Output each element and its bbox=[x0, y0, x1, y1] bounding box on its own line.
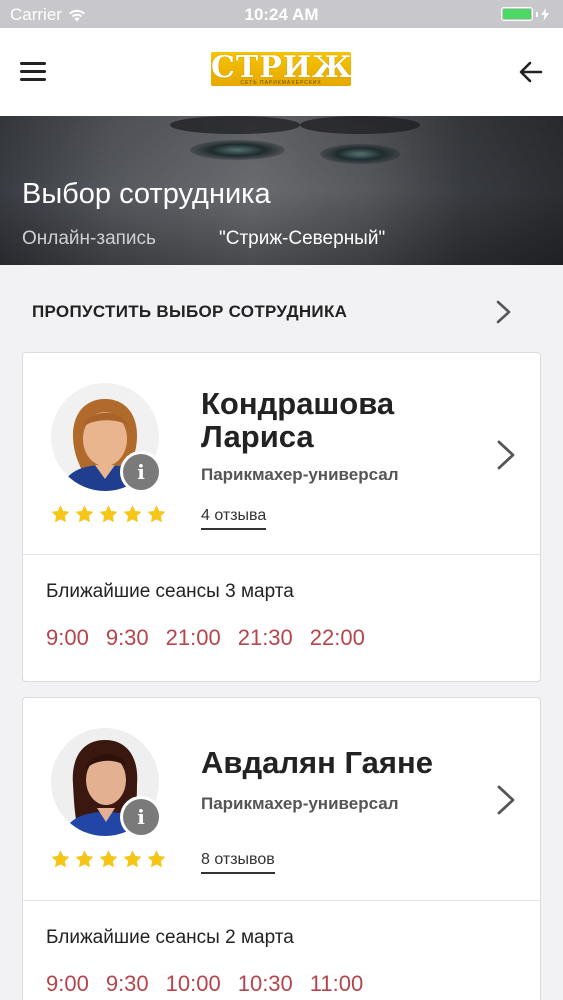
page-title: Выбор сотрудника bbox=[22, 178, 271, 210]
time-slot[interactable]: 21:30 bbox=[238, 625, 293, 651]
battery-icon bbox=[501, 7, 549, 21]
staff-name: Кондрашова Лариса bbox=[201, 386, 395, 454]
salon-name: "Стриж-Северный" bbox=[219, 228, 386, 249]
sessions-section: Ближайшие сеансы 2 марта 9:00 9:30 10:00… bbox=[23, 901, 540, 1000]
staff-card-header[interactable]: i Кондрашова Лариса Парикмахер-универсал… bbox=[23, 353, 540, 555]
time-slot[interactable]: 11:00 bbox=[310, 971, 363, 997]
time-slot[interactable]: 10:30 bbox=[238, 971, 293, 997]
star-icon bbox=[123, 850, 142, 868]
skip-staff-selection[interactable]: ПРОПУСТИТЬ ВЫБОР СОТРУДНИКА bbox=[0, 286, 563, 338]
chevron-right-icon bbox=[496, 300, 511, 324]
reviews-link[interactable]: 8 отзывов bbox=[201, 851, 275, 874]
staff-role: Парикмахер-универсал bbox=[201, 794, 399, 813]
sessions-label: Ближайшие сеансы 3 марта bbox=[46, 581, 294, 602]
star-icon bbox=[75, 850, 94, 868]
info-icon[interactable]: i bbox=[120, 796, 162, 838]
staff-card-header[interactable]: i Авдалян Гаяне Парикмахер-универсал 8 о… bbox=[23, 698, 540, 901]
nav-bar: СТРИЖ СЕТЬ ПАРИКМАХЕРСКИХ bbox=[0, 28, 563, 116]
time-slot[interactable]: 9:30 bbox=[106, 625, 149, 651]
staff-card: i Авдалян Гаяне Парикмахер-универсал 8 о… bbox=[22, 697, 541, 1000]
star-icon bbox=[75, 505, 94, 523]
star-icon bbox=[51, 505, 70, 523]
charging-icon bbox=[541, 7, 549, 21]
status-bar: Carrier 10:24 AM bbox=[0, 0, 563, 28]
star-icon bbox=[147, 850, 166, 868]
info-icon[interactable]: i bbox=[120, 451, 162, 493]
staff-role: Парикмахер-универсал bbox=[201, 465, 399, 484]
time-slots: 9:00 9:30 10:00 10:30 11:00 bbox=[46, 971, 363, 997]
time-slots: 9:00 9:30 21:00 21:30 22:00 bbox=[46, 625, 365, 651]
page-header: Выбор сотрудника Онлайн-запись "Стриж-Се… bbox=[0, 116, 563, 265]
time-slot[interactable]: 22:00 bbox=[310, 625, 365, 651]
sessions-label: Ближайшие сеансы 2 марта bbox=[46, 927, 294, 948]
star-icon bbox=[51, 850, 70, 868]
rating-stars bbox=[50, 849, 167, 870]
brand-logo: СТРИЖ СЕТЬ ПАРИКМАХЕРСКИХ bbox=[211, 52, 351, 86]
star-icon bbox=[99, 850, 118, 868]
staff-name: Авдалян Гаяне bbox=[201, 745, 433, 780]
reviews-link[interactable]: 4 отзыва bbox=[201, 507, 267, 530]
time-slot[interactable]: 9:30 bbox=[106, 971, 149, 997]
chevron-right-icon bbox=[497, 440, 515, 470]
star-icon bbox=[123, 505, 142, 523]
time-slot[interactable]: 10:00 bbox=[166, 971, 221, 997]
time-slot[interactable]: 21:00 bbox=[166, 625, 221, 651]
skip-label: ПРОПУСТИТЬ ВЫБОР СОТРУДНИКА bbox=[32, 302, 348, 321]
star-icon bbox=[147, 505, 166, 523]
status-time: 10:24 AM bbox=[244, 5, 319, 24]
chevron-right-icon bbox=[497, 785, 515, 815]
star-icon bbox=[99, 505, 118, 523]
time-slot[interactable]: 9:00 bbox=[46, 625, 89, 651]
rating-stars bbox=[50, 504, 167, 525]
staff-card: i Кондрашова Лариса Парикмахер-универсал… bbox=[22, 352, 541, 682]
page-subtitle: Онлайн-запись bbox=[22, 228, 156, 249]
time-slot[interactable]: 9:00 bbox=[46, 971, 89, 997]
back-arrow-icon[interactable] bbox=[517, 58, 545, 86]
menu-button[interactable] bbox=[20, 62, 46, 82]
sessions-section: Ближайшие сеансы 3 марта 9:00 9:30 21:00… bbox=[23, 555, 540, 681]
